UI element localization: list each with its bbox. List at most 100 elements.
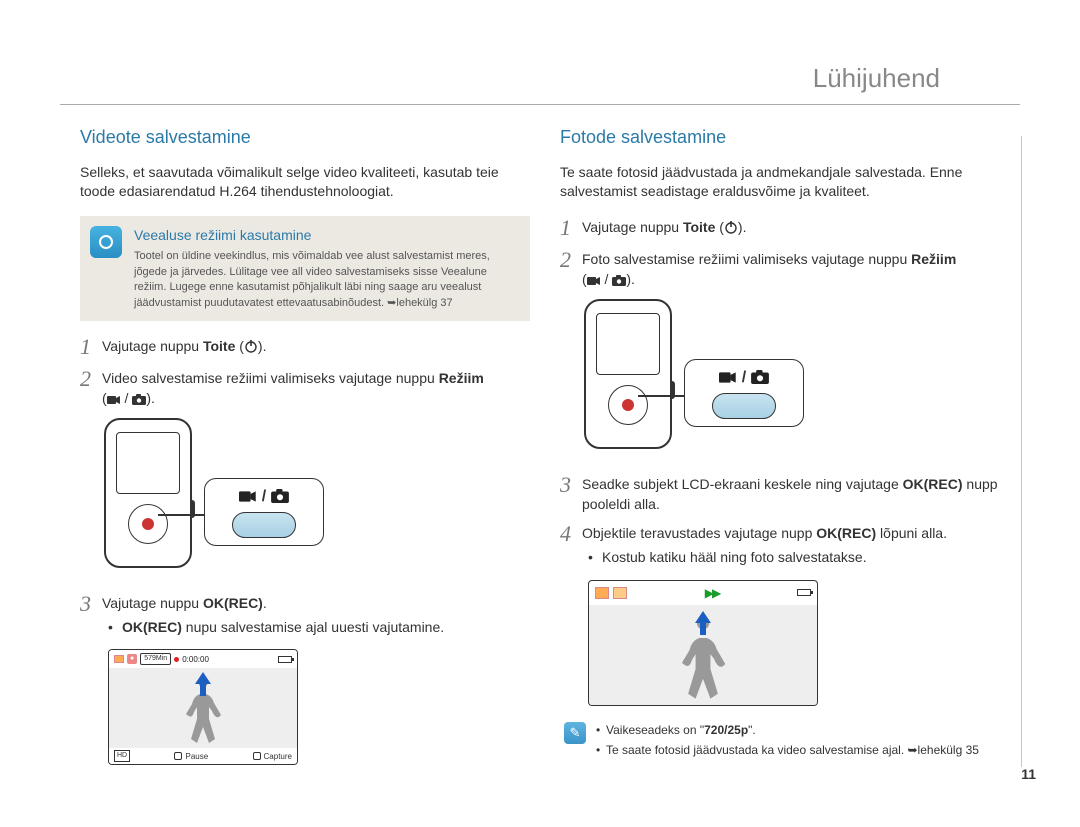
page-title: Lühijuhend — [813, 63, 940, 93]
info-line-1: Vaikeseadeks on "720/25p". — [596, 722, 979, 739]
photo-top-bar: ▶▶ — [589, 581, 817, 606]
left-step-2: 2 Video salvestamise režiimi valimiseks … — [80, 367, 530, 408]
bold: 720/25p — [704, 723, 748, 737]
right-column: Fotode salvestamine Te saate fotosid jää… — [560, 125, 1010, 765]
lcd-bottom-bar: HD Pause Capture — [109, 748, 297, 764]
lcd-recording-preview: ● 579Min 0:00:00 HD Pause Capture — [108, 649, 298, 765]
subject-silhouette — [677, 623, 729, 705]
capture-label: Capture — [264, 751, 292, 762]
battery-icon — [797, 589, 811, 596]
left-step-3: 3 Vajutage nuppu OK(REC). OK(REC) nupu s… — [80, 592, 530, 641]
video-icon — [107, 395, 121, 405]
step-body: Foto salvestamise režiimi valimiseks vaj… — [582, 248, 1010, 289]
text: Vajutage nuppu — [102, 595, 203, 611]
rec-dot-icon — [174, 657, 179, 662]
section-title-photo: Fotode salvestamine — [560, 125, 1010, 150]
text: ). — [258, 338, 267, 354]
step-number: 1 — [560, 216, 582, 240]
camera-icon — [612, 275, 626, 286]
step-number: 1 — [80, 335, 102, 359]
info-line-2: Te saate fotosid jäädvustada ka video sa… — [596, 742, 979, 759]
left-column: Videote salvestamine Selleks, et saavuta… — [80, 125, 530, 765]
text: ( — [235, 338, 244, 354]
power-icon — [724, 220, 738, 234]
info-icon: ✎ — [564, 722, 586, 744]
bullet: Kostub katiku hääl ning foto salvestatak… — [594, 548, 1010, 568]
text: Foto salvestamise režiimi valimiseks vaj… — [582, 251, 911, 267]
lcd-viewport — [109, 668, 297, 748]
photo-intro: Te saate fotosid jäädvustada ja andmekan… — [560, 163, 1010, 202]
step-body: Vajutage nuppu Toite (). — [582, 216, 1010, 238]
section-title-video: Videote salvestamine — [80, 125, 530, 150]
step-number: 4 — [560, 522, 582, 546]
text: ). — [146, 390, 155, 406]
rec-time: 0:00:00 — [182, 654, 209, 665]
photo-viewport — [589, 605, 817, 705]
text: . — [263, 595, 267, 611]
text: ). — [626, 271, 635, 287]
text: ). — [738, 219, 747, 235]
text: ( — [715, 219, 724, 235]
mode-button-icon — [712, 393, 776, 419]
right-step-4: 4 Objektile teravustades vajutage nupp O… — [560, 522, 1010, 571]
bold: OK(REC) — [122, 619, 182, 635]
text: lõpuni alla. — [876, 525, 947, 541]
lcd-top-bar: ● 579Min 0:00:00 — [109, 650, 297, 668]
bold: Režiim — [911, 251, 956, 267]
camera-icon — [132, 394, 146, 405]
mode-button-callout: / — [204, 478, 324, 546]
note-title: Veealuse režiimi kasutamine — [134, 226, 518, 246]
right-step-3: 3 Seadke subjekt LCD-ekraani keskele nin… — [560, 473, 1010, 514]
step-body: Seadke subjekt LCD-ekraani keskele ning … — [582, 473, 1010, 514]
pause-label: Pause — [185, 751, 208, 762]
camcorder-outline — [584, 299, 672, 449]
video-intro: Selleks, et saavutada võimalikult selge … — [80, 163, 530, 202]
info-note: ✎ Vaikeseadeks on "720/25p". Te saate fo… — [560, 722, 1010, 762]
home-icon — [595, 587, 609, 599]
step-number: 2 — [80, 367, 102, 391]
step-number: 2 — [560, 248, 582, 272]
camcorder-outline — [104, 418, 192, 568]
battery-icon — [278, 656, 292, 663]
video-icon — [587, 276, 601, 286]
side-divider — [1021, 136, 1022, 767]
underwater-note: Veealuse režiimi kasutamine Tootel on ül… — [80, 216, 530, 321]
note-body: Tootel on üldine veekindlus, mis võimald… — [134, 249, 518, 311]
min-remaining: 579Min — [140, 653, 171, 665]
text: Video salvestamise režiimi valimiseks va… — [102, 370, 439, 386]
hd-badge: HD — [114, 750, 130, 762]
mode-button-callout: / — [684, 359, 804, 427]
page-number: 11 — [1021, 765, 1036, 785]
home-icon — [114, 655, 124, 663]
mode-icons: / — [719, 367, 768, 389]
right-step-1: 1 Vajutage nuppu Toite (). — [560, 216, 1010, 240]
text: ". — [748, 723, 756, 737]
device-illustration-left: / — [104, 418, 364, 578]
memory-icon — [613, 587, 627, 599]
stby-badge: ● — [127, 654, 137, 664]
text: Vajutage nuppu — [582, 219, 683, 235]
power-icon — [244, 339, 258, 353]
step-body: Vajutage nuppu Toite (). — [102, 335, 530, 357]
bold: OK(REC) — [816, 525, 876, 541]
left-step-1: 1 Vajutage nuppu Toite (). — [80, 335, 530, 359]
bold: Toite — [203, 338, 235, 354]
step-body: Objektile teravustades vajutage nupp OK(… — [582, 522, 1010, 571]
focus-arrows-icon: ▶▶ — [705, 585, 719, 602]
bold: Režiim — [439, 370, 484, 386]
lcd-photo-preview: ▶▶ — [588, 580, 818, 707]
device-illustration-right: / — [584, 299, 844, 459]
text: nupu salvestamise ajal uuesti vajutamine… — [182, 619, 444, 635]
up-arrow-icon — [195, 672, 211, 684]
bold: OK(REC) — [903, 476, 963, 492]
step-body: Vajutage nuppu OK(REC). OK(REC) nupu sal… — [102, 592, 530, 641]
page-header: Lühijuhend — [60, 0, 1020, 105]
mode-icons: / — [239, 486, 288, 508]
text: Vaikeseadeks on " — [606, 723, 704, 737]
content-columns: Videote salvestamine Selleks, et saavuta… — [0, 105, 1080, 765]
up-arrow-icon — [695, 611, 711, 623]
right-step-2: 2 Foto salvestamise režiimi valimiseks v… — [560, 248, 1010, 289]
text: Seadke subjekt LCD-ekraani keskele ning … — [582, 476, 903, 492]
step-body: Video salvestamise režiimi valimiseks va… — [102, 367, 530, 408]
bold: Toite — [683, 219, 715, 235]
